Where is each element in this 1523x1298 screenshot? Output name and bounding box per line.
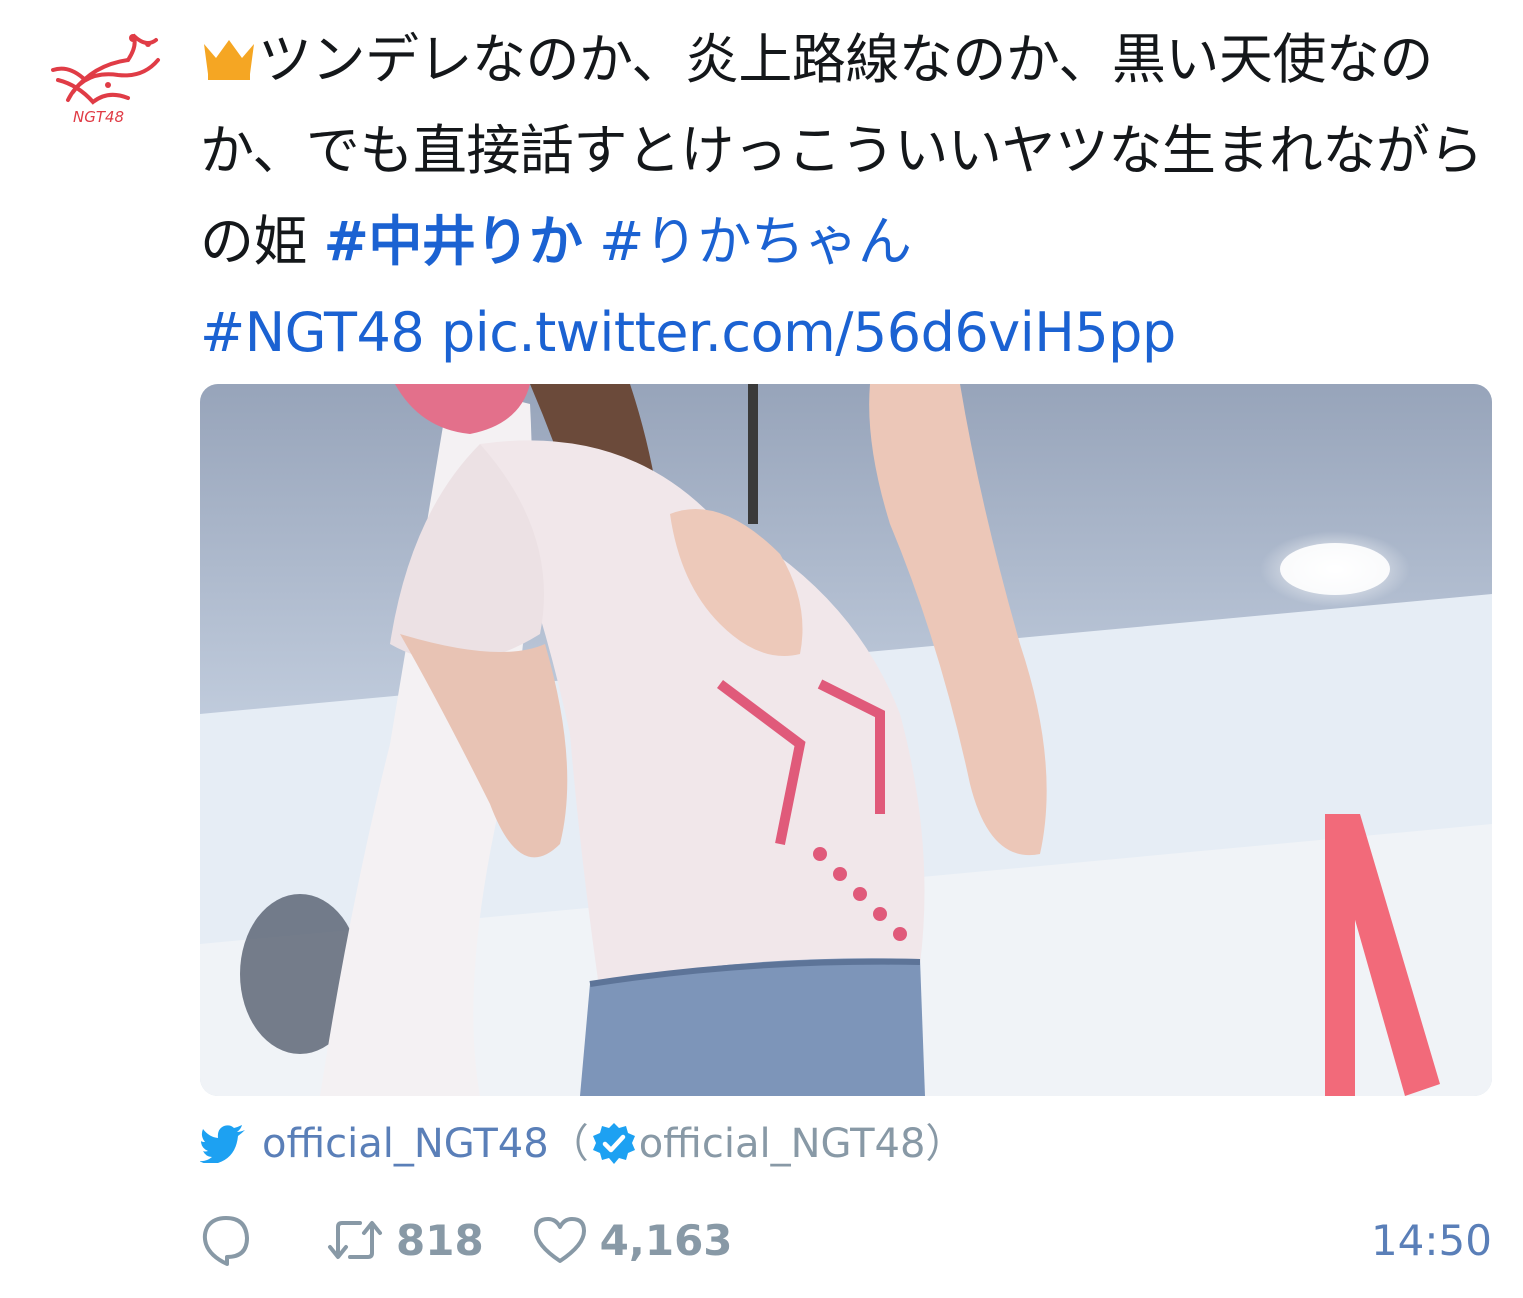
media-link[interactable]: pic.twitter.com/56d6viH5pp [441,301,1176,364]
tweet-source[interactable]: official_NGT48 （ official_NGT48） [200,1118,965,1170]
tweet-actions: 818 4,163 14:50 [200,1210,1492,1270]
hashtag-nakai-rika[interactable]: #中井りか [324,210,583,273]
retweet-icon [328,1221,382,1259]
reply-icon [202,1216,249,1266]
avatar[interactable]: NGT48 [38,30,173,130]
reply-button[interactable] [200,1214,264,1266]
verified-badge-icon [592,1123,635,1164]
open-paren: （ [548,1121,589,1167]
close-paren: ） [925,1121,966,1167]
heart-icon [533,1217,586,1263]
ngt48-logo: NGT48 [51,33,160,126]
svg-text:NGT48: NGT48 [73,108,124,126]
tweet-timestamp[interactable]: 14:50 [1371,1216,1492,1265]
like-count: 4,163 [599,1215,733,1265]
retweet-count: 818 [396,1215,484,1265]
retweet-button[interactable]: 818 [326,1216,484,1265]
source-handle[interactable]: official_NGT48 [639,1118,926,1170]
hashtag-ngt48[interactable]: #NGT48 [200,301,425,364]
photo-illustration [200,384,1492,1096]
twitter-bird-icon [200,1125,245,1163]
like-button[interactable]: 4,163 [532,1215,733,1265]
tweet-text: ツンデレなのか、炎上路線なのか、黒い天使なのか、でも直接話すとけっこういいヤツな… [200,14,1490,378]
source-name[interactable]: official_NGT48 [262,1118,549,1170]
tweet-photo[interactable] [200,384,1492,1096]
hashtag-rika-chan[interactable]: #りかちゃん [599,210,912,273]
crown-icon [204,40,254,80]
